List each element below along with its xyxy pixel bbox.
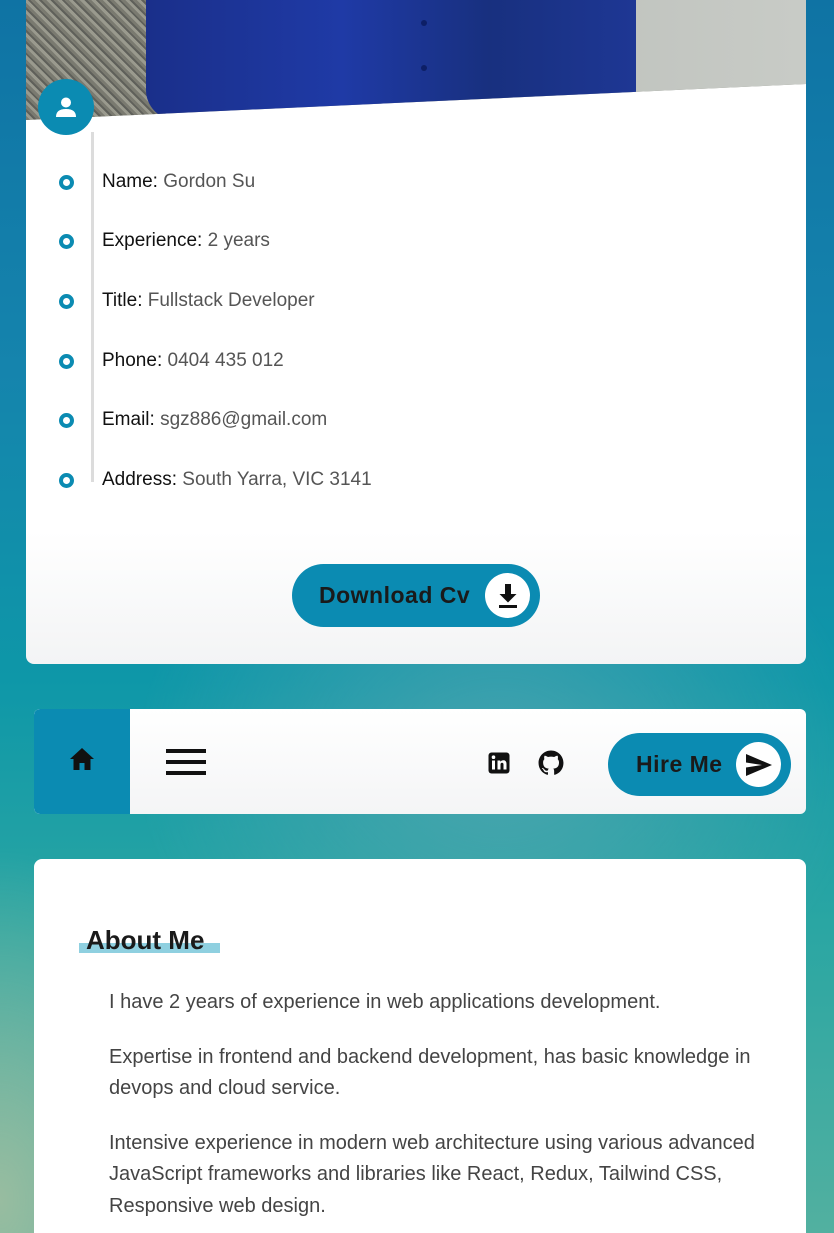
linkedin-icon[interactable] <box>486 750 512 776</box>
timeline-dot <box>59 174 74 190</box>
info-value: Gordon Su <box>163 171 256 192</box>
download-cv-label: Download Cv <box>319 582 471 608</box>
navbar: Hire Me <box>34 709 806 814</box>
info-row-phone: Phone: 0404 435 012 <box>26 346 726 376</box>
info-value: Fullstack Developer <box>147 290 315 311</box>
person-icon <box>38 79 94 135</box>
about-paragraph: Expertise in frontend and backend develo… <box>109 1045 751 1100</box>
info-label: Phone: <box>102 350 163 371</box>
profile-photo <box>26 0 806 120</box>
timeline-dot <box>59 353 74 369</box>
about-body: I have 2 years of experience in web appl… <box>109 987 769 1233</box>
download-cv-button[interactable]: Download Cv <box>292 564 540 627</box>
about-card: About Me I have 2 years of experience in… <box>34 859 806 1233</box>
info-row-title: Title: Fullstack Developer <box>26 286 726 316</box>
timeline-dot <box>59 233 74 249</box>
about-heading-wrap: About Me <box>79 925 220 956</box>
download-icon <box>485 573 530 618</box>
info-value: 2 years <box>207 230 270 251</box>
about-paragraph: Intensive experience in modern web archi… <box>109 1131 755 1217</box>
info-label: Name: <box>102 171 158 192</box>
info-label: Email: <box>102 409 155 430</box>
info-value: sgz886@gmail.com <box>160 409 328 430</box>
timeline-dot <box>59 293 74 309</box>
info-row-email: Email: sgz886@gmail.com <box>26 405 726 435</box>
timeline-dot <box>59 412 74 428</box>
hire-me-button[interactable]: Hire Me <box>608 733 791 796</box>
info-value: South Yarra, VIC 3141 <box>182 469 372 490</box>
home-tab[interactable] <box>34 709 130 814</box>
info-label: Title: <box>102 290 143 311</box>
about-paragraph: I have 2 years of experience in web appl… <box>109 991 661 1013</box>
hamburger-menu-icon[interactable] <box>164 747 208 777</box>
hire-me-label: Hire Me <box>636 751 723 777</box>
profile-card: Name: Gordon Su Experience: 2 years Titl… <box>26 0 806 664</box>
info-label: Address: <box>102 469 177 490</box>
info-label: Experience: <box>102 230 203 251</box>
info-value: 0404 435 012 <box>167 350 284 371</box>
info-row-experience: Experience: 2 years <box>26 226 726 256</box>
about-heading: About Me <box>86 925 205 955</box>
info-row-name: Name: Gordon Su <box>26 167 726 197</box>
github-icon[interactable] <box>538 750 564 776</box>
timeline-dot <box>59 472 74 488</box>
home-icon <box>69 747 95 776</box>
send-icon <box>736 742 781 787</box>
info-row-address: Address: South Yarra, VIC 3141 <box>26 465 726 495</box>
